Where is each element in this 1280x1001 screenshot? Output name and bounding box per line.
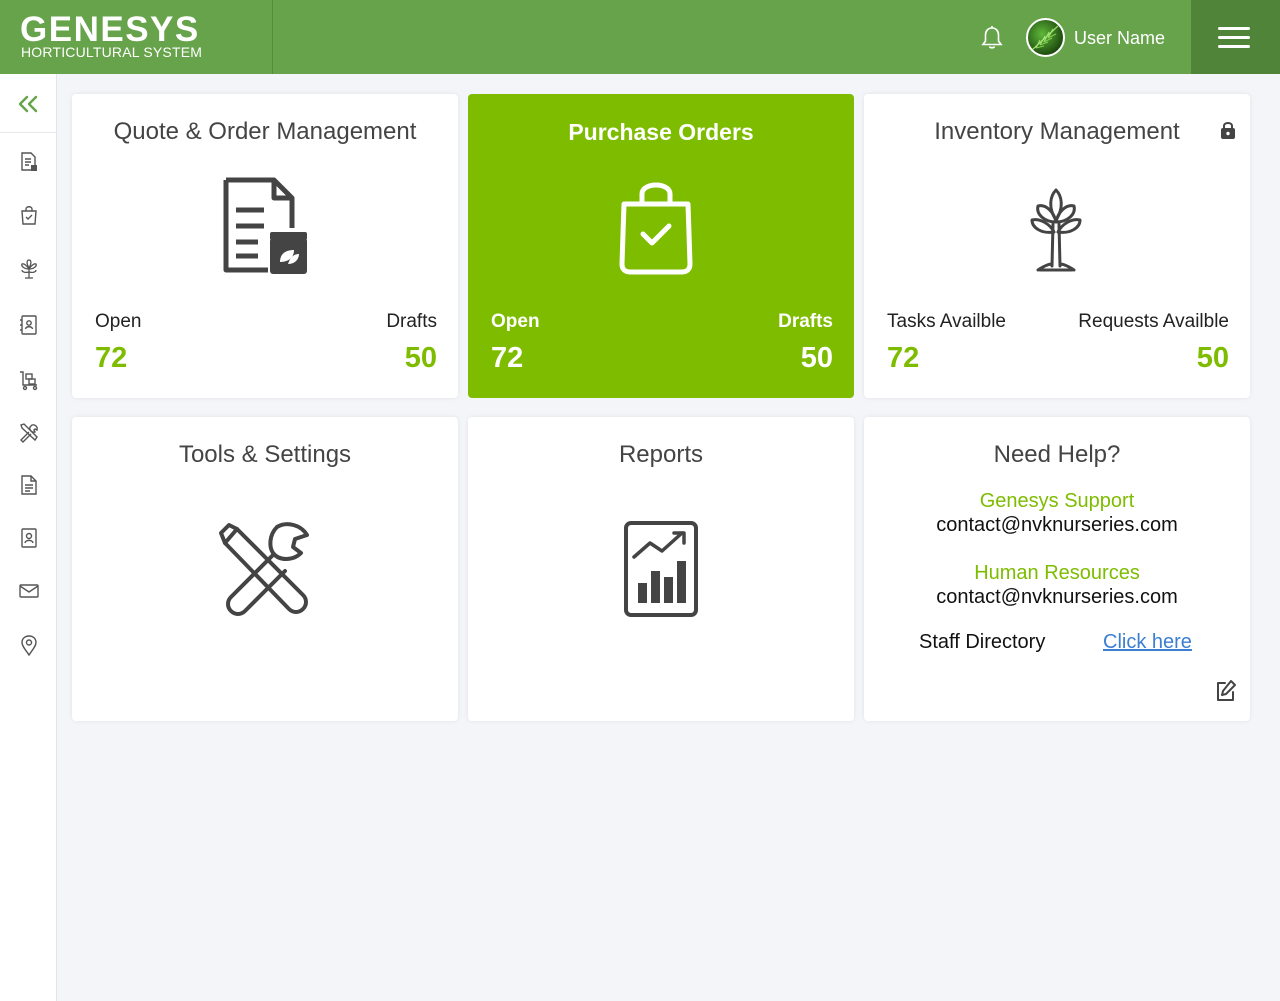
sidebar-item-purchase-orders[interactable]	[17, 203, 41, 227]
drafts-label: Drafts	[778, 311, 833, 332]
quote-document-icon	[223, 177, 307, 274]
sidebar	[0, 74, 57, 1001]
drafts-label: Drafts	[386, 311, 437, 332]
open-count: 72	[491, 342, 524, 374]
card-title: Inventory Management	[934, 118, 1180, 145]
hamburger-line	[1218, 27, 1250, 30]
tasks-available-label: Tasks Availble	[887, 311, 1006, 332]
drafts-count: 50	[800, 342, 833, 374]
report-document-icon	[21, 475, 37, 495]
contacts-book-icon	[20, 315, 37, 335]
drafts-count: 50	[404, 342, 437, 374]
sidebar-item-locations[interactable]	[17, 633, 41, 657]
hamburger-menu-button[interactable]	[1191, 0, 1280, 74]
need-help-card: Need Help? Genesys Support contact@nvknu…	[864, 417, 1250, 721]
quote-order-management-card[interactable]: Quote & Order Management Open Drafts 72 …	[72, 94, 458, 398]
hamburger-line	[1218, 36, 1250, 39]
top-bar: GENESYS HORTICULTURAL SYSTEM User Name	[0, 0, 1280, 74]
tools-settings-card[interactable]: Tools & Settings	[72, 417, 458, 721]
wrench-screwdriver-icon	[219, 522, 309, 616]
sidebar-item-quotes[interactable]	[17, 150, 41, 174]
requests-available-count: 50	[1196, 342, 1229, 374]
open-label: Open	[95, 311, 142, 332]
staff-directory-link[interactable]: Click here	[1103, 631, 1192, 653]
avatar[interactable]	[1026, 18, 1065, 57]
open-count: 72	[95, 342, 128, 374]
purchase-orders-card[interactable]: Purchase Orders Open Drafts 72 50	[468, 94, 854, 398]
support-email[interactable]: contact@nvknurseries.com	[864, 514, 1250, 536]
genesys-support-label: Genesys Support	[979, 490, 1135, 512]
mail-icon	[19, 584, 39, 598]
brand-title: GENESYS	[20, 10, 200, 49]
tools-icon	[20, 423, 38, 443]
tree-icon	[1030, 188, 1082, 272]
hamburger-line	[1218, 45, 1250, 48]
card-title: Need Help?	[993, 441, 1121, 468]
inventory-management-card[interactable]: Inventory Management Tasks Availble Requ…	[864, 94, 1250, 398]
card-title: Reports	[618, 441, 704, 468]
brand-logo[interactable]: GENESYS HORTICULTURAL SYSTEM	[0, 0, 273, 74]
shopping-bag-icon	[21, 206, 37, 225]
double-chevron-left-icon	[18, 95, 38, 113]
brand-subtitle: HORTICULTURAL SYSTEM	[21, 44, 203, 60]
staff-directory-icon	[21, 528, 37, 548]
hr-email[interactable]: contact@nvknurseries.com	[864, 586, 1250, 608]
notification-bell-icon[interactable]	[978, 24, 1006, 52]
requests-available-label: Requests Availble	[1078, 311, 1229, 332]
sidebar-item-inventory[interactable]	[17, 257, 41, 281]
sidebar-item-contacts[interactable]	[17, 313, 41, 337]
staff-directory-label: Staff Directory	[919, 631, 1046, 653]
sidebar-item-reports[interactable]	[17, 473, 41, 497]
sidebar-item-shipping[interactable]	[17, 368, 41, 392]
sidebar-item-staff-directory[interactable]	[17, 526, 41, 550]
open-label: Open	[491, 311, 540, 332]
collapse-sidebar-button[interactable]	[0, 74, 56, 133]
reports-card[interactable]: Reports	[468, 417, 854, 721]
shopping-bag-check-icon	[619, 182, 693, 275]
card-title: Quote & Order Management	[113, 118, 417, 145]
lock-icon	[1221, 122, 1235, 139]
human-resources-label: Human Resources	[974, 562, 1140, 584]
sidebar-item-tools-settings[interactable]	[17, 421, 41, 445]
bar-chart-report-icon	[624, 521, 698, 617]
document-icon	[21, 152, 37, 171]
location-icon	[21, 635, 37, 657]
card-title: Tools & Settings	[178, 441, 352, 468]
edit-icon[interactable]	[1214, 679, 1238, 703]
plant-icon	[21, 259, 37, 279]
user-name[interactable]: User Name	[1074, 27, 1165, 49]
sidebar-item-mail[interactable]	[17, 579, 41, 603]
tasks-available-count: 72	[887, 342, 920, 374]
cart-icon	[20, 371, 38, 391]
card-title: Purchase Orders	[568, 119, 754, 145]
